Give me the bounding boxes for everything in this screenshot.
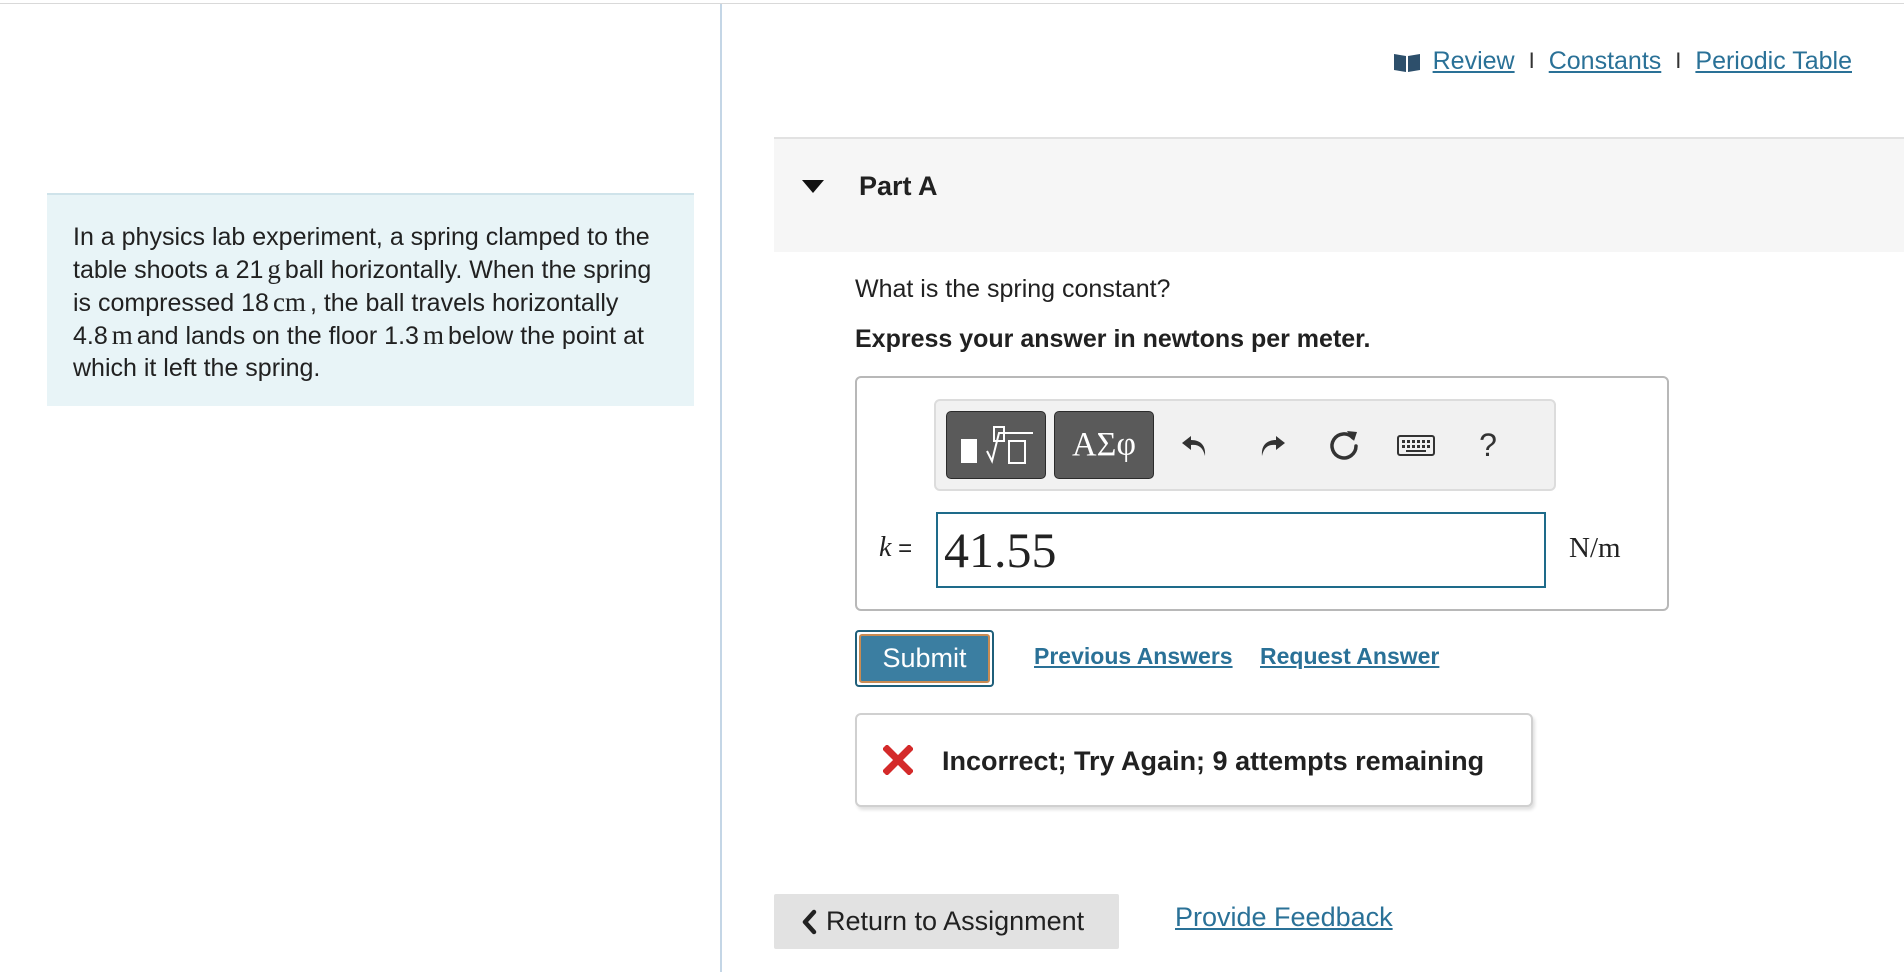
- top-rule: [0, 3, 1904, 4]
- feedback-message: Incorrect; Try Again; 9 attempts remaini…: [942, 746, 1485, 776]
- submit-button[interactable]: Submit: [859, 634, 990, 683]
- answer-box: ΑΣφ ? k = 41.55 N/m: [855, 376, 1669, 611]
- book-icon: [1393, 54, 1420, 72]
- question-text: What is the spring constant?: [855, 275, 1171, 303]
- feedback-box: Incorrect; Try Again; 9 attempts remaini…: [855, 713, 1533, 807]
- variable-symbol: k: [879, 532, 892, 563]
- answer-unit: N/m: [1569, 532, 1621, 564]
- help-button[interactable]: ?: [1466, 423, 1510, 467]
- answer-input[interactable]: [936, 512, 1546, 588]
- chevron-left-icon: [802, 909, 817, 934]
- keyboard-icon[interactable]: [1394, 423, 1438, 467]
- unit-compression: cm: [272, 287, 306, 317]
- problem-statement: In a physics lab experiment, a spring cl…: [47, 193, 694, 406]
- problem-text-4: and lands on the floor 1.3: [136, 322, 419, 350]
- return-label: Return to Assignment: [826, 906, 1085, 936]
- redo-icon[interactable]: [1250, 423, 1294, 467]
- unit-height: m: [422, 320, 444, 350]
- equals-sign: =: [898, 535, 913, 562]
- unit-distance: m: [111, 320, 133, 350]
- review-link[interactable]: Review: [1433, 47, 1515, 76]
- part-title: Part A: [859, 171, 938, 201]
- resource-links: Review I Constants I Periodic Table: [1393, 44, 1852, 78]
- symbols-button[interactable]: ΑΣφ: [1054, 411, 1154, 479]
- link-separator: I: [1528, 48, 1535, 73]
- link-separator: I: [1675, 48, 1682, 73]
- undo-icon[interactable]: [1173, 423, 1217, 467]
- instruction-text: Express your answer in newtons per meter…: [855, 325, 1371, 353]
- panel-divider: [720, 4, 722, 972]
- submit-focus-ring: Submit: [855, 630, 994, 687]
- provide-feedback-link[interactable]: Provide Feedback: [1175, 902, 1393, 933]
- templates-button[interactable]: [946, 411, 1046, 479]
- request-answer-link[interactable]: Request Answer: [1260, 643, 1439, 670]
- unit-mass: g: [267, 254, 281, 284]
- math-toolbar: ΑΣφ ?: [934, 399, 1556, 491]
- previous-answers-link[interactable]: Previous Answers: [1034, 643, 1233, 670]
- periodic-table-link[interactable]: Periodic Table: [1695, 47, 1852, 76]
- incorrect-x-icon: [883, 745, 913, 775]
- reset-icon[interactable]: [1322, 423, 1366, 467]
- variable-label: k =: [879, 532, 912, 564]
- return-to-assignment-button[interactable]: Return to Assignment: [774, 894, 1119, 949]
- constants-link[interactable]: Constants: [1549, 47, 1662, 76]
- templates-icon: [961, 426, 1033, 464]
- part-header[interactable]: Part A: [774, 137, 1904, 252]
- caret-down-icon[interactable]: [802, 180, 824, 193]
